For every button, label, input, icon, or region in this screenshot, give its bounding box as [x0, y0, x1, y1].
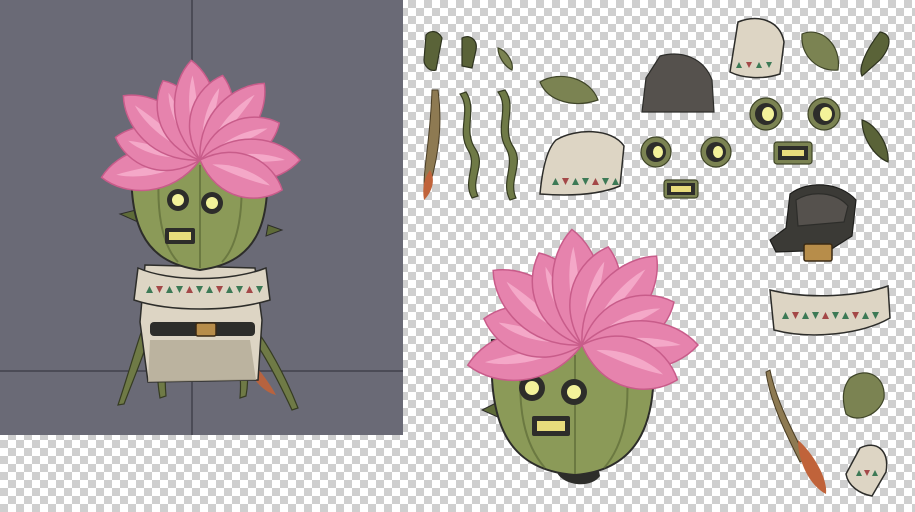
leaf-olive[interactable] — [539, 75, 599, 104]
spike-thin[interactable] — [861, 119, 889, 163]
mouth-large[interactable] — [773, 141, 813, 165]
leaf-round[interactable] — [842, 372, 885, 419]
arm-segment-small-1[interactable] — [423, 31, 443, 71]
character-preview — [100, 59, 301, 411]
belt-buckle[interactable] — [803, 243, 833, 262]
eye-left-small[interactable] — [640, 136, 672, 168]
mouth-glow — [169, 232, 191, 240]
scarf-band[interactable] — [769, 284, 891, 336]
eye-right-glow — [206, 197, 218, 209]
arm-segment-small-2[interactable] — [461, 36, 477, 69]
belt-buckle-preview — [195, 322, 217, 337]
leaf-small[interactable] — [497, 47, 513, 71]
eye-left-large[interactable] — [749, 97, 783, 131]
scarf-piece-large[interactable] — [539, 130, 625, 196]
big-eye-left-glow — [525, 381, 539, 395]
head-with-petals[interactable] — [464, 227, 699, 485]
sprite-atlas[interactable] — [403, 0, 915, 512]
leaf-olive-2[interactable] — [801, 31, 840, 71]
scarf-fold-pattern — [856, 470, 878, 476]
scene-viewport[interactable] — [0, 0, 403, 435]
tunic-shadow — [148, 340, 256, 382]
mouth-small[interactable] — [663, 179, 699, 199]
viewport-canvas — [0, 0, 403, 435]
hood-shadow-dark[interactable] — [641, 53, 715, 113]
scarf-piece-small[interactable] — [729, 17, 785, 79]
big-eye-right-glow — [567, 385, 581, 399]
vine-twist-1[interactable] — [459, 91, 481, 199]
eye-left-glow — [172, 194, 184, 206]
twig-leaf-tip — [798, 440, 827, 494]
spike-right — [265, 224, 284, 237]
eye-right-large[interactable] — [807, 97, 841, 131]
big-mouth-glow — [537, 421, 565, 431]
vine-twist-2[interactable] — [496, 89, 519, 201]
eye-right-small[interactable] — [700, 136, 732, 168]
spike-dark[interactable] — [860, 31, 890, 77]
